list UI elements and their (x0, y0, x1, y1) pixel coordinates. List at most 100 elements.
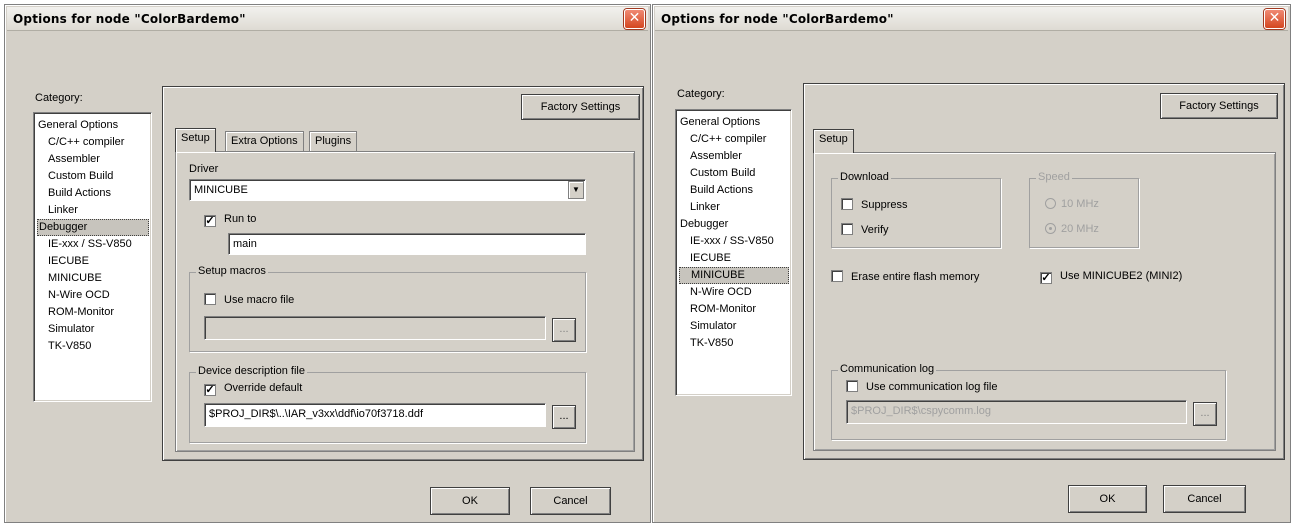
category-item[interactable]: IE-xxx / SS-V850 (679, 233, 789, 250)
use-comm-log-label: Use communication log file (866, 381, 998, 393)
checkbox-icon (841, 198, 853, 210)
category-item[interactable]: ROM-Monitor (37, 304, 149, 321)
use-comm-log-checkbox[interactable]: Use communication log file (846, 380, 997, 394)
category-item[interactable]: N-Wire OCD (679, 284, 789, 301)
category-item[interactable]: Linker (37, 202, 149, 219)
category-item[interactable]: Assembler (679, 148, 789, 165)
speed-20mhz-radio[interactable]: 20 MHz (1045, 223, 1099, 237)
ok-button[interactable]: OK (1068, 485, 1147, 513)
tab-plugins[interactable]: Plugins (309, 131, 358, 152)
category-item[interactable]: TK-V850 (679, 335, 789, 352)
run-to-checkbox[interactable]: ✓ Run to (204, 213, 256, 227)
close-button[interactable]: ✕ (624, 9, 645, 29)
category-item[interactable]: Custom Build (679, 165, 789, 182)
category-item[interactable]: C/C++ compiler (679, 131, 789, 148)
checkbox-icon: ✓ (204, 384, 216, 396)
category-item[interactable]: General Options (679, 114, 789, 131)
category-item[interactable]: Linker (679, 199, 789, 216)
title-bar[interactable]: Options for node "ColorBardemo" ✕ (7, 7, 648, 31)
macro-browse-button[interactable]: ... (552, 318, 576, 342)
comm-log-value: $PROJ_DIR$\cspycomm.log (851, 405, 991, 417)
category-item[interactable]: General Options (37, 117, 149, 134)
use-macro-file-label: Use macro file (224, 294, 295, 306)
category-item[interactable]: N-Wire OCD (37, 287, 149, 304)
radio-icon (1045, 198, 1056, 209)
communication-log-group: Communication log Use communication log … (831, 363, 1226, 440)
category-item[interactable]: Simulator (679, 318, 789, 335)
use-minicube2-label: Use MINICUBE2 (MINI2) (1060, 270, 1183, 282)
category-item[interactable]: IECUBE (37, 253, 149, 270)
category-item[interactable]: TK-V850 (37, 338, 149, 355)
category-item[interactable]: Simulator (37, 321, 149, 338)
comm-log-browse-button[interactable]: ... (1193, 402, 1217, 426)
communication-log-title: Communication log (838, 363, 937, 375)
category-list[interactable]: General Options C/C++ compiler Assembler Cu… (33, 112, 152, 402)
use-minicube2-checkbox[interactable]: ✓ Use MINICUBE2 (MINI2) (1040, 270, 1182, 284)
category-item[interactable]: MINICUBE (679, 267, 789, 284)
category-item[interactable]: IE-xxx / SS-V850 (37, 236, 149, 253)
verify-label: Verify (861, 224, 889, 236)
use-macro-file-checkbox[interactable]: Use macro file (204, 293, 294, 307)
override-default-label: Override default (224, 382, 303, 394)
category-list[interactable]: General Options C/C++ compiler Assembler Cu… (675, 109, 792, 396)
setup-tab-page: Driver MINICUBE ▼ ✓ Run to main Setup mac… (175, 151, 635, 452)
erase-flash-checkbox[interactable]: Erase entire flash memory (831, 270, 979, 284)
dialog-title: Options for node "ColorBardemo" (661, 12, 894, 26)
category-item[interactable]: Custom Build (37, 168, 149, 185)
checkbox-icon (204, 293, 216, 305)
suppress-label: Suppress (861, 199, 908, 211)
device-file-value: $PROJ_DIR$\..\IAR_v3xx\ddf\io70f3718.ddf (209, 408, 424, 420)
speed-title: Speed (1036, 171, 1072, 183)
device-description-group: Device description file ✓ Override defaul… (189, 365, 586, 443)
category-label: Category: (35, 92, 83, 104)
checkbox-icon (841, 223, 853, 235)
download-title: Download (838, 171, 891, 183)
suppress-checkbox[interactable]: Suppress (841, 198, 907, 212)
category-item[interactable]: IECUBE (679, 250, 789, 267)
category-item[interactable]: C/C++ compiler (37, 134, 149, 151)
override-default-checkbox[interactable]: ✓ Override default (204, 382, 302, 396)
chevron-down-icon[interactable]: ▼ (568, 181, 584, 199)
title-bar[interactable]: Options for node "ColorBardemo" ✕ (655, 7, 1288, 31)
speed-10mhz-label: 10 MHz (1061, 198, 1099, 210)
category-item[interactable]: Debugger (37, 219, 149, 236)
category-item[interactable]: ROM-Monitor (679, 301, 789, 318)
run-to-value: main (233, 238, 257, 250)
ok-button[interactable]: OK (430, 487, 510, 515)
category-item[interactable]: Build Actions (37, 185, 149, 202)
category-item[interactable]: MINICUBE (37, 270, 149, 287)
device-browse-button[interactable]: ... (552, 405, 576, 429)
options-dialog-minicube: Options for node "ColorBardemo" ✕ Catego… (652, 4, 1291, 523)
category-item[interactable]: Debugger (679, 216, 789, 233)
close-icon: ✕ (628, 10, 641, 26)
factory-settings-button[interactable]: Factory Settings (1160, 93, 1278, 119)
tab-setup[interactable]: Setup (813, 129, 854, 153)
dialog-title: Options for node "ColorBardemo" (13, 12, 246, 26)
macro-file-input[interactable] (204, 316, 546, 340)
close-button[interactable]: ✕ (1264, 9, 1285, 29)
cancel-button[interactable]: Cancel (1163, 485, 1246, 513)
setup-macros-title: Setup macros (196, 265, 268, 277)
setup-tab-page: Download Suppress Verify Speed 10 MHz 20… (813, 152, 1276, 451)
driver-value: MINICUBE (194, 184, 248, 196)
speed-20mhz-label: 20 MHz (1061, 223, 1099, 235)
checkbox-icon (846, 380, 858, 392)
category-label: Category: (677, 88, 725, 100)
driver-select[interactable]: MINICUBE ▼ (189, 179, 586, 201)
tab-setup[interactable]: Setup (175, 128, 216, 152)
cancel-button[interactable]: Cancel (530, 487, 611, 515)
speed-10mhz-radio[interactable]: 10 MHz (1045, 198, 1099, 212)
comm-log-input[interactable]: $PROJ_DIR$\cspycomm.log (846, 400, 1187, 424)
category-item[interactable]: Build Actions (679, 182, 789, 199)
tab-extra-options[interactable]: Extra Options (225, 131, 304, 152)
verify-checkbox[interactable]: Verify (841, 223, 889, 237)
category-item[interactable]: Assembler (37, 151, 149, 168)
device-description-title: Device description file (196, 365, 307, 377)
device-file-input[interactable]: $PROJ_DIR$\..\IAR_v3xx\ddf\io70f3718.ddf (204, 403, 546, 427)
close-icon: ✕ (1268, 10, 1281, 26)
driver-label: Driver (189, 163, 219, 175)
factory-settings-button[interactable]: Factory Settings (521, 94, 640, 120)
run-to-input[interactable]: main (228, 233, 586, 255)
download-group: Download Suppress Verify (831, 171, 1001, 248)
run-to-label: Run to (224, 213, 257, 225)
